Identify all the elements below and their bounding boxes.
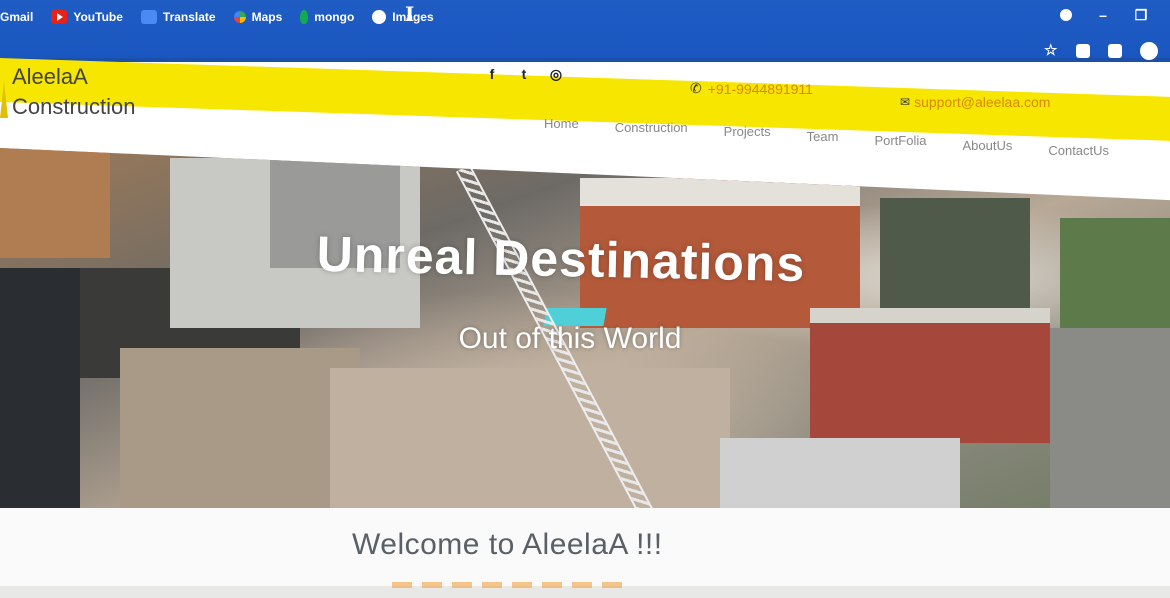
contact-phone: ✆ +91-9944891911: [690, 80, 813, 97]
section-divider: [0, 582, 1170, 598]
building: [0, 268, 80, 518]
bookmark-gmail[interactable]: Gmail: [0, 10, 33, 24]
nav-team[interactable]: Team: [807, 129, 839, 144]
bookmark-label: Maps: [251, 10, 283, 24]
logo-line-1: AleelaA: [12, 64, 88, 89]
bookmarks-list: Gmail YouTube Translate Maps mongo Image…: [0, 10, 452, 24]
bookmark-translate[interactable]: Translate: [140, 10, 216, 24]
bookmark-label: YouTube: [73, 10, 123, 24]
instagram-icon[interactable]: ◎: [548, 66, 564, 82]
bookmark-images[interactable]: Images: [372, 10, 434, 24]
logo-line-2: Construction: [12, 94, 136, 119]
next-section-heading-peek: [392, 582, 622, 588]
facebook-icon[interactable]: f: [484, 66, 500, 82]
building: [120, 348, 360, 518]
nav-projects[interactable]: Projects: [724, 124, 771, 139]
bookmark-label: Translate: [162, 10, 216, 24]
bookmark-maps[interactable]: Maps: [233, 10, 283, 24]
phone-icon: ✆: [690, 80, 702, 96]
building: [810, 323, 1050, 443]
maps-icon: [233, 11, 246, 23]
welcome-heading: Welcome to AleelaA !!!: [352, 528, 663, 561]
parking-lot: [1050, 328, 1170, 520]
translate-icon: [140, 10, 157, 24]
phone-number: +91-9944891911: [707, 80, 813, 97]
browser-bookmark-bar: Gmail YouTube Translate Maps mongo Image…: [0, 0, 1170, 60]
bookmark-star-icon[interactable]: ☆: [1044, 43, 1058, 58]
email-address[interactable]: support@aleelaa.com: [914, 94, 1050, 110]
site-logo[interactable]: AleelaA Construction: [12, 62, 136, 122]
contact-email: ✉ support@aleelaa.com: [900, 94, 1050, 110]
bookmark-label: Gmail: [0, 10, 34, 24]
extension-toolbar: ☆: [1044, 42, 1158, 60]
building: [0, 148, 110, 258]
bookmark-mongo[interactable]: mongo: [300, 10, 354, 24]
mongodb-icon: [300, 10, 309, 24]
hero-subtitle: Out of this World: [458, 322, 682, 355]
nav-contact[interactable]: ContactUs: [1048, 143, 1109, 158]
puzzle-icon[interactable]: [1108, 44, 1122, 58]
nav-portfolio[interactable]: PortFolia: [874, 133, 926, 148]
building: [880, 198, 1030, 308]
images-icon: [372, 10, 387, 24]
nav-home[interactable]: Home: [544, 116, 579, 131]
social-links: f t ◎: [484, 66, 564, 82]
youtube-icon: [51, 10, 68, 24]
nav-about[interactable]: AboutUs: [962, 138, 1012, 153]
mail-icon: ✉: [900, 95, 911, 109]
minimize-icon[interactable]: –: [1096, 8, 1110, 22]
window-controls: – ❐: [1060, 8, 1148, 22]
twitter-icon[interactable]: t: [516, 66, 532, 82]
text-cursor-icon: I: [405, 2, 415, 26]
profile-circle-icon[interactable]: [1060, 9, 1072, 21]
avatar-icon[interactable]: [1140, 42, 1158, 60]
bookmark-youtube[interactable]: YouTube: [51, 10, 123, 24]
bookmark-label: mongo: [314, 10, 355, 24]
nav-construction[interactable]: Construction: [615, 120, 688, 135]
restore-icon[interactable]: ❐: [1134, 8, 1148, 22]
main-nav: Home Construction Projects Team PortFoli…: [544, 116, 1109, 158]
construction-site: [330, 368, 730, 520]
extension-icon[interactable]: [1076, 44, 1090, 58]
